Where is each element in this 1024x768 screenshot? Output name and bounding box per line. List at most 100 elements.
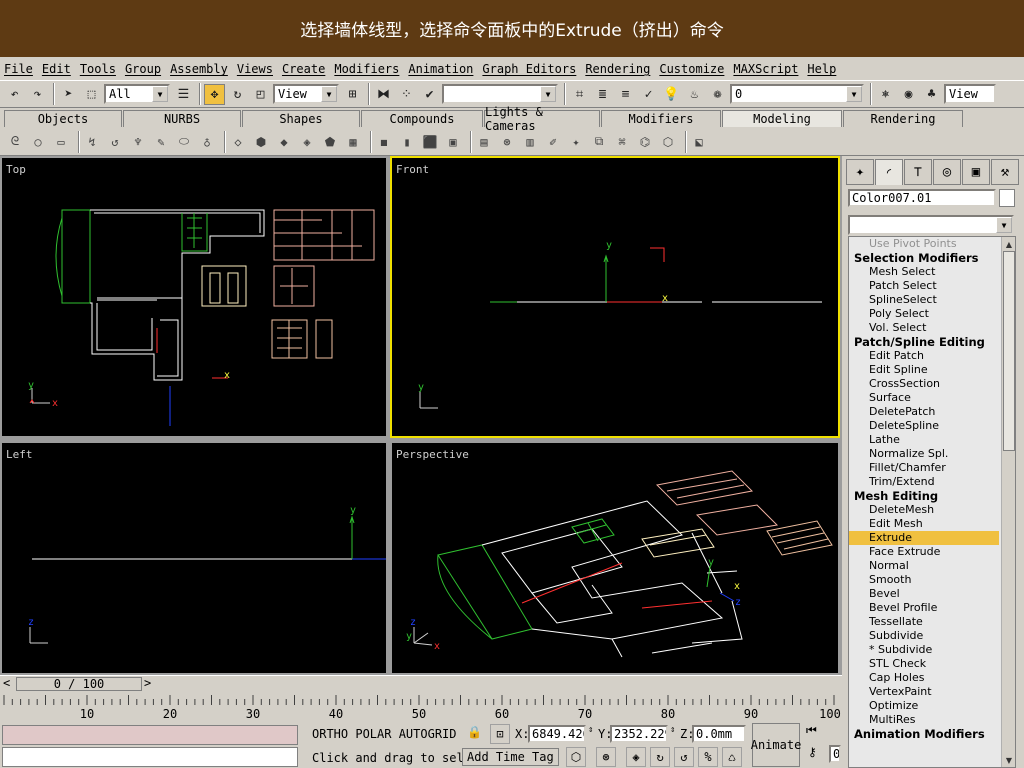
menu-modifiers[interactable]: Modifiers — [334, 62, 399, 76]
modifier-list-item[interactable]: * Subdivide — [849, 643, 999, 657]
select-by-name-icon[interactable]: ☰ — [173, 84, 194, 105]
time-slider[interactable]: < 0 / 100 > — [0, 675, 842, 691]
extrude-tool-icon[interactable]: ⬛ — [421, 133, 439, 151]
current-frame-field[interactable]: 0 — [829, 745, 841, 763]
tab-modifiers[interactable]: Modifiers — [601, 110, 721, 127]
modifier-list-item[interactable]: Subdivide — [849, 629, 999, 643]
rotate-icon[interactable]: ↻ — [227, 84, 248, 105]
percent-snap-icon[interactable]: ◈ — [626, 747, 646, 767]
add-time-tag-button[interactable]: Add Time Tag — [462, 748, 559, 766]
modifier-list-item[interactable]: Surface — [849, 391, 999, 405]
render-teapot-icon[interactable]: ♣ — [921, 84, 942, 105]
uvw-map-icon[interactable]: ⊛ — [498, 133, 516, 151]
modifier-list-item[interactable]: Vol. Select — [849, 321, 999, 335]
modify-tab-icon[interactable]: ◜ — [875, 159, 903, 185]
layer-dropdown[interactable]: 0 ▼ — [730, 84, 864, 104]
lattice-icon[interactable]: ◆ — [275, 133, 293, 151]
mesh-smooth-icon[interactable]: ◈ — [298, 133, 316, 151]
menu-graph-editors[interactable]: Graph Editors — [482, 62, 576, 76]
scroll-down-icon[interactable]: ▼ — [1002, 753, 1015, 767]
menu-create[interactable]: Create — [282, 62, 325, 76]
snaps-toggle-icon[interactable]: ⬡ — [566, 747, 586, 767]
schematic-view-icon[interactable]: ⎈ — [875, 84, 896, 105]
reference-coordinate-dropdown[interactable]: View ▼ — [273, 84, 339, 104]
modifier-list-item[interactable]: Edit Patch — [849, 349, 999, 363]
viewport-left[interactable]: Left y z — [0, 441, 388, 675]
modifier-list-item[interactable]: DeletePatch — [849, 405, 999, 419]
modifier-list-item[interactable]: Poly Select — [849, 307, 999, 321]
paint-icon[interactable]: ✐ — [544, 133, 562, 151]
mirror-icon[interactable]: ⧓ — [373, 84, 394, 105]
taper-tool-icon[interactable]: ♆ — [129, 133, 147, 151]
tab-lights-cameras[interactable]: Lights & Cameras — [484, 105, 600, 133]
modifier-list-dropdown[interactable]: ▼ — [848, 215, 1014, 235]
physique-icon[interactable]: ⌘ — [613, 133, 631, 151]
modifier-list-scrollbar[interactable]: ▲ ▼ — [1001, 237, 1015, 767]
modifier-list-item[interactable]: STL Check — [849, 657, 999, 671]
modifier-list-item[interactable]: DeleteSpline — [849, 419, 999, 433]
noise-tool-icon[interactable]: ✎ — [152, 133, 170, 151]
x-coordinate-field[interactable]: 6849.426 — [528, 725, 586, 743]
unwrap-icon[interactable]: ▥ — [521, 133, 539, 151]
snap-mode-labels[interactable]: ORTHO POLAR AUTOGRID — [312, 727, 457, 741]
y-coordinate-field[interactable]: 2352.229 — [610, 725, 668, 743]
ffd-box-icon[interactable]: ◇ — [229, 133, 247, 151]
time-slider-thumb[interactable]: 0 / 100 — [16, 677, 142, 691]
bend-tool-icon[interactable]: ↯ — [83, 133, 101, 151]
menu-animation[interactable]: Animation — [408, 62, 473, 76]
edit-named-selection-icon[interactable]: ↺ — [674, 747, 694, 767]
menu-tools[interactable]: Tools — [80, 62, 116, 76]
modifier-list-item[interactable]: Face Extrude — [849, 545, 999, 559]
grid-icon[interactable]: ▦ — [344, 133, 362, 151]
melt-icon[interactable]: ⬡ — [659, 133, 677, 151]
ffd-cyl-icon[interactable]: ⬢ — [252, 133, 270, 151]
menu-rendering[interactable]: Rendering — [585, 62, 650, 76]
align-icon[interactable]: ✔ — [419, 84, 440, 105]
hierarchy-tab-icon[interactable]: ⊤ — [904, 159, 932, 185]
scroll-up-icon[interactable]: ▲ — [1002, 237, 1015, 251]
modifier-list-item[interactable]: Extrude — [849, 531, 999, 545]
object-name-field[interactable]: Color007.01 — [848, 189, 996, 207]
tab-shapes[interactable]: Shapes — [242, 110, 360, 127]
tab-nurbs[interactable]: NURBS — [123, 110, 241, 127]
light-bulb-icon[interactable]: 💡 — [661, 84, 682, 105]
modifier-list-item[interactable]: VertexPaint — [849, 685, 999, 699]
motion-tab-icon[interactable]: ◎ — [933, 159, 961, 185]
spinner-snap-icon[interactable]: ↻ — [650, 747, 670, 767]
menu-views[interactable]: Views — [237, 62, 273, 76]
pivot-center-icon[interactable]: ⊞ — [342, 84, 363, 105]
modifier-list-item[interactable]: Lathe — [849, 433, 999, 447]
viewport-front[interactable]: Front y x y — [390, 156, 840, 438]
slider-prev-icon[interactable]: < — [3, 676, 10, 690]
viewport-top[interactable]: Top x y x — [0, 156, 388, 438]
tab-rendering[interactable]: Rendering — [843, 110, 963, 127]
flex-icon[interactable]: ⌬ — [636, 133, 654, 151]
menu-group[interactable]: Group — [125, 62, 161, 76]
render-view-dropdown[interactable]: View — [944, 84, 996, 104]
xform-icon[interactable]: ⬕ — [690, 133, 708, 151]
modifier-list-item[interactable]: Fillet/Chamfer — [849, 461, 999, 475]
display-tab-icon[interactable]: ▣ — [962, 159, 990, 185]
curve-editor-icon[interactable]: ⌗ — [569, 84, 590, 105]
lock-icon[interactable]: 🔒 — [467, 725, 482, 739]
menu-edit[interactable]: Edit — [42, 62, 71, 76]
modifier-list-item[interactable]: Normal — [849, 559, 999, 573]
modifier-list-item[interactable]: DeleteMesh — [849, 503, 999, 517]
named-selection-dropdown[interactable]: ▼ — [442, 84, 558, 104]
angle-snap-icon[interactable]: ⊛ — [596, 747, 616, 767]
spinner-icon[interactable]: ⇕ — [588, 725, 593, 735]
transform-type-in-icon[interactable]: ⊡ — [490, 724, 510, 744]
animate-button[interactable]: Animate — [751, 723, 801, 767]
edit-mesh-icon[interactable]: ▤ — [475, 133, 493, 151]
percent-icon[interactable]: % — [698, 747, 718, 767]
tab-compounds[interactable]: Compounds — [361, 110, 483, 127]
slider-next-icon[interactable]: > — [144, 676, 151, 690]
utilities-tab-icon[interactable]: ⚒ — [991, 159, 1019, 185]
spinner-icon[interactable]: ⇕ — [670, 725, 675, 735]
object-color-swatch[interactable] — [999, 189, 1015, 207]
menu-maxscript[interactable]: MAXScript — [733, 62, 798, 76]
box-icon[interactable]: ◼ — [375, 133, 393, 151]
modifier-list-item[interactable]: Trim/Extend — [849, 475, 999, 489]
tab-objects[interactable]: Objects — [4, 110, 122, 127]
modifier-list-item[interactable]: Tessellate — [849, 615, 999, 629]
